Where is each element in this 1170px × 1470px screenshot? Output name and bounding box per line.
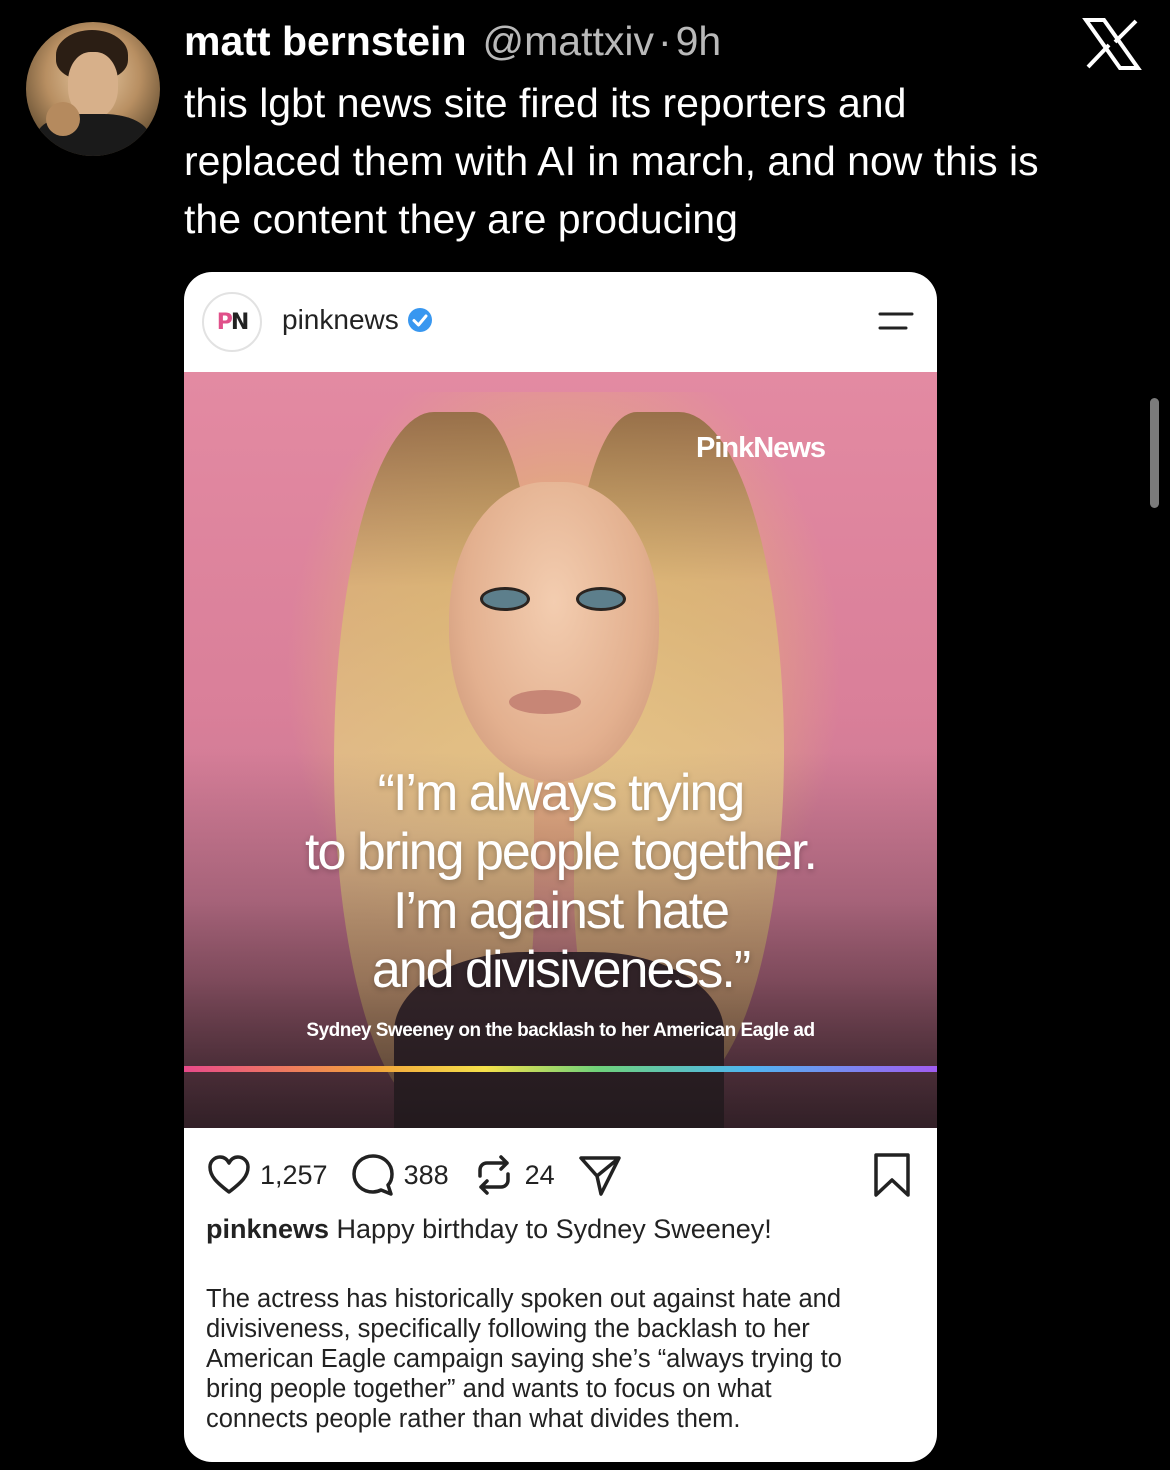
menu-icon[interactable]: [878, 308, 914, 334]
like-count: 1,257: [260, 1159, 328, 1190]
verified-icon: [407, 308, 432, 332]
pinknews-brand: PinkNews: [696, 432, 826, 464]
pinknews-logo[interactable]: PN: [202, 292, 262, 352]
post-image[interactable]: PinkNews “I’m always trying to bring peo…: [184, 372, 937, 1128]
repost-count: 24: [524, 1159, 555, 1190]
account-name[interactable]: pinknews: [282, 304, 399, 336]
tweet-text: this lgbt news site fired its reporters …: [184, 80, 1039, 242]
author-handle[interactable]: @mattxiv: [483, 18, 654, 65]
rainbow-divider: [184, 1066, 937, 1072]
author-avatar[interactable]: [26, 22, 160, 156]
x-logo-icon: [1082, 18, 1142, 70]
comment-count: 388: [403, 1159, 449, 1190]
image-quote: “I’m always trying to bring people toget…: [305, 764, 818, 999]
separator: ·: [657, 18, 672, 64]
post-header: PN pinknews: [184, 272, 937, 372]
repost-button[interactable]: 24: [471, 1152, 555, 1198]
timestamp[interactable]: 9h: [676, 18, 722, 65]
repost-icon: [477, 1155, 510, 1195]
scrollbar[interactable]: [1150, 398, 1159, 508]
image-caption: Sydney Sweeney on the backlash to her Am…: [306, 1020, 815, 1041]
caption-username[interactable]: pinknews: [206, 1214, 329, 1244]
embedded-post-card[interactable]: PN pinknews PinkNews “I’m always trying …: [184, 272, 937, 1462]
post-actions: 1,257 388 24: [206, 1150, 916, 1200]
comment-button[interactable]: 388: [350, 1152, 449, 1198]
post-caption: pinknews Happy birthday to Sydney Sweene…: [206, 1214, 916, 1245]
tweet-header: matt bernstein @mattxiv · 9h: [184, 18, 721, 70]
account-label[interactable]: pinknews: [282, 304, 433, 336]
share-button[interactable]: [577, 1152, 631, 1198]
share-icon: [578, 1156, 621, 1196]
post-body-text: The actress has historically spoken out …: [206, 1285, 842, 1433]
bookmark-icon[interactable]: [872, 1152, 912, 1198]
comment-icon: [351, 1154, 394, 1196]
caption-text: Happy birthday to Sydney Sweeney!: [336, 1214, 772, 1244]
heart-icon: [208, 1155, 250, 1194]
like-button[interactable]: 1,257: [206, 1152, 328, 1198]
author-name[interactable]: matt bernstein: [184, 18, 467, 65]
